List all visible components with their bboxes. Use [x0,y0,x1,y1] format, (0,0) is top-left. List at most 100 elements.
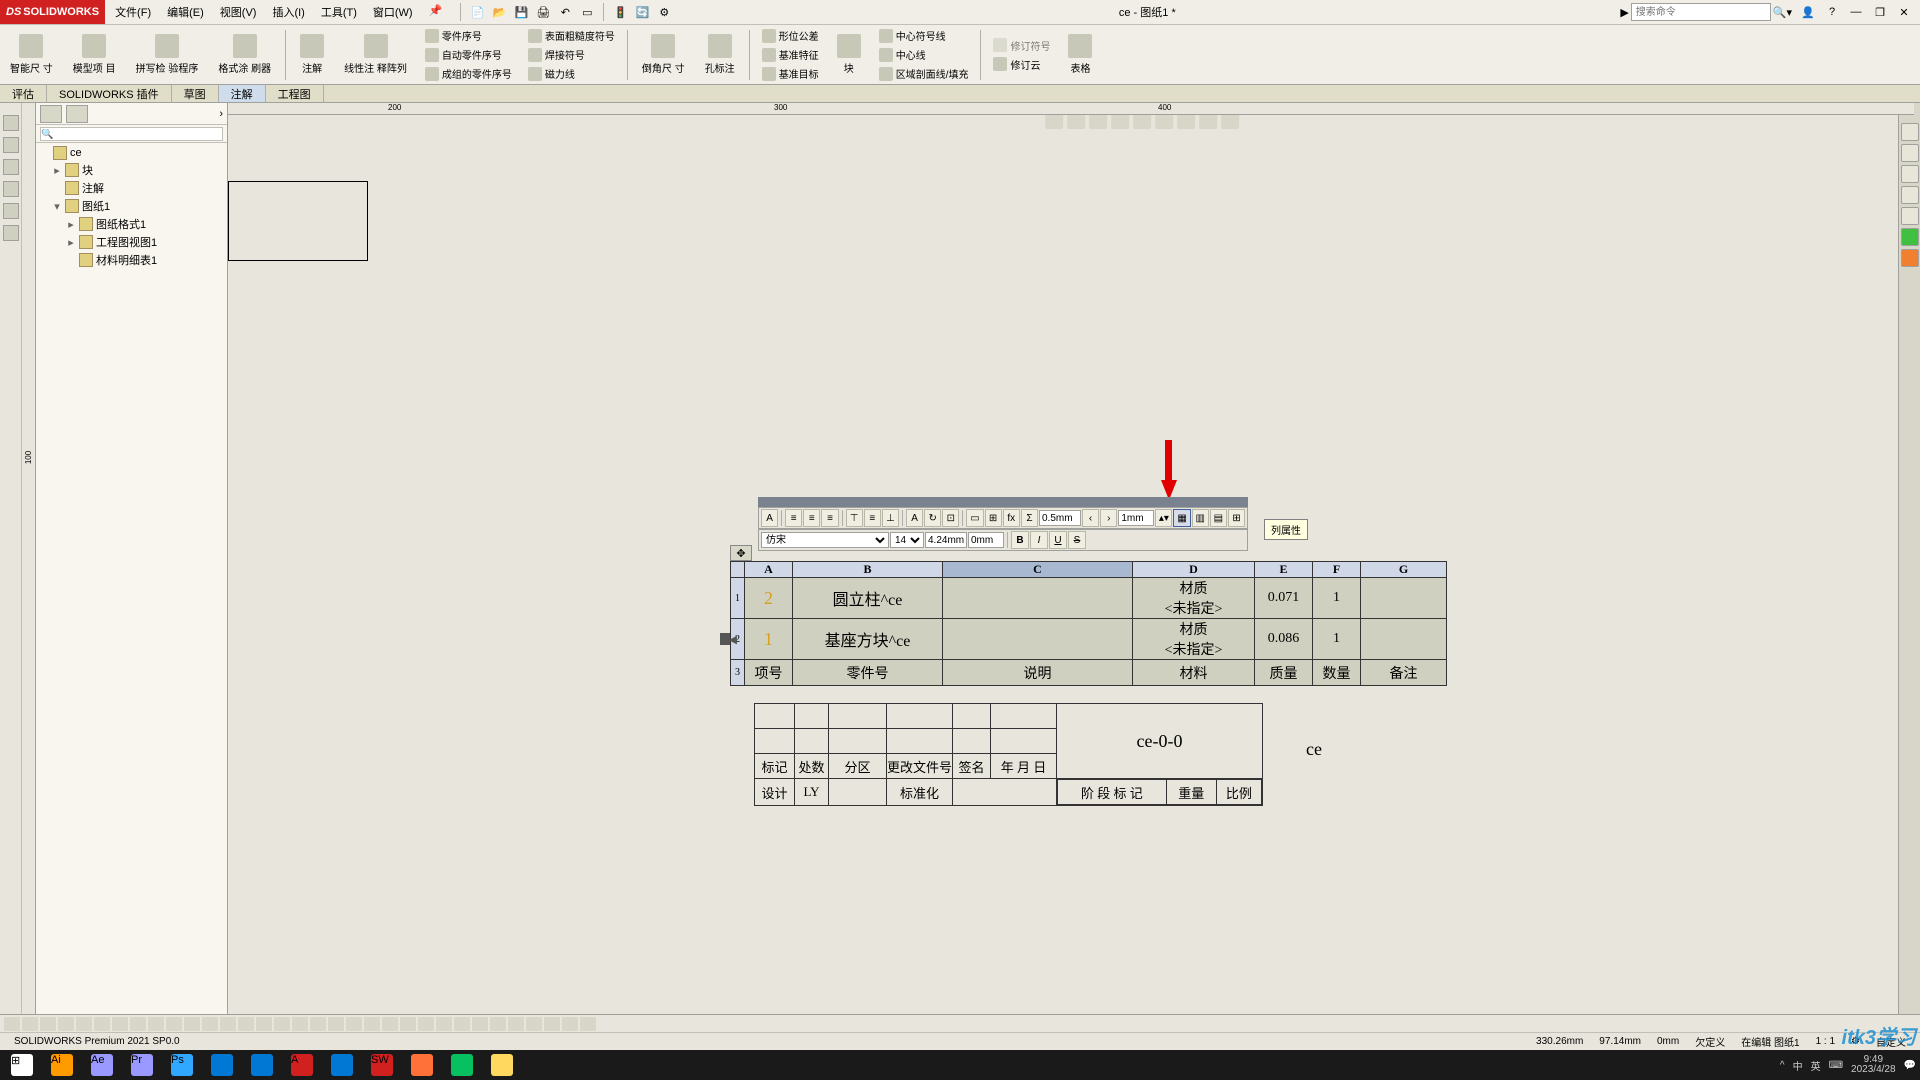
tb-pr-icon[interactable]: Pr [124,1052,160,1078]
bt-1-icon[interactable] [4,1017,20,1031]
tb-ae-icon[interactable]: Ae [84,1052,120,1078]
bt-7-icon[interactable] [112,1017,128,1031]
table-note-icon[interactable]: A [761,509,778,527]
tree-drawing-view[interactable]: ▸工程图视图1 [38,233,225,251]
centermark-button[interactable]: 中心符号线 [875,27,973,44]
tray-lang2[interactable]: 英 [1811,1058,1821,1073]
user-icon[interactable]: 👤 [1800,4,1816,20]
appearances-icon[interactable] [1901,228,1919,246]
bt-26-icon[interactable] [454,1017,470,1031]
area-hatch-button[interactable]: 区域剖面线/填充 [875,65,973,82]
search-dropdown-icon[interactable]: 🔍▾ [1773,6,1792,19]
centerline-button[interactable]: 中心线 [875,46,973,63]
tab-drawing[interactable]: 工程图 [266,85,324,102]
bt-6-icon[interactable] [94,1017,110,1031]
corner-cell[interactable] [731,562,745,578]
rev-cloud-button[interactable]: 修订云 [989,56,1054,73]
menu-view[interactable]: 视图(V) [214,2,263,22]
tree-blocks[interactable]: ▸块 [38,161,225,179]
bt-15-icon[interactable] [256,1017,272,1031]
tb-solidworks-icon[interactable]: SW [364,1052,400,1078]
table-row[interactable]: 2 1 基座方块^ce 材质 <未指定> 0.086 1 [731,619,1447,660]
left-tool-3-icon[interactable] [3,159,19,175]
cell-partno[interactable]: 圆立柱^ce [793,578,943,619]
insert-row-icon[interactable]: ▤ [1210,509,1227,527]
traffic-icon[interactable]: 🚦 [610,2,630,22]
bt-5-icon[interactable] [76,1017,92,1031]
rebuild-icon[interactable]: 🔄 [632,2,652,22]
cell-desc[interactable] [943,578,1133,619]
bt-19-icon[interactable] [328,1017,344,1031]
surface-finish-button[interactable]: 表面粗糙度符号 [524,27,619,44]
bt-4-icon[interactable] [58,1017,74,1031]
print-icon[interactable]: 🖨 [533,2,553,22]
bt-28-icon[interactable] [490,1017,506,1031]
group-balloon-button[interactable]: 成组的零件序号 [421,65,516,82]
strike-icon[interactable]: S [1068,531,1086,549]
bt-22-icon[interactable] [382,1017,398,1031]
cell-mass[interactable]: 0.071 [1255,578,1313,619]
home-icon[interactable] [1901,123,1919,141]
bt-32-icon[interactable] [562,1017,578,1031]
view-palette-icon[interactable] [1901,207,1919,225]
weld-button[interactable]: 焊接符号 [524,46,619,63]
menu-insert[interactable]: 插入(I) [266,2,310,22]
cell-partno[interactable]: 基座方块^ce [793,619,943,660]
menu-tools[interactable]: 工具(T) [315,2,363,22]
hdr-mass[interactable]: 质量 [1255,660,1313,686]
merge-icon[interactable]: ▭ [966,509,983,527]
bt-29-icon[interactable] [508,1017,524,1031]
sum-icon[interactable]: Σ [1021,509,1038,527]
model-items-button[interactable]: 模型项 目 [67,32,122,77]
bt-24-icon[interactable] [418,1017,434,1031]
bt-18-icon[interactable] [310,1017,326,1031]
tray-up-icon[interactable]: ^ [1780,1060,1785,1071]
bt-8-icon[interactable] [130,1017,146,1031]
italic-icon[interactable]: I [1030,531,1048,549]
start-button[interactable]: ⊞ [4,1052,40,1078]
cell-mass[interactable]: 0.086 [1255,619,1313,660]
tree-annotations[interactable]: 注解 [38,179,225,197]
col-g[interactable]: G [1361,562,1447,578]
next-icon[interactable]: › [1100,509,1117,527]
align-center-icon[interactable]: ≡ [803,509,820,527]
tree-tab-feature-icon[interactable] [40,105,62,123]
datum-target-button[interactable]: 基准目标 [758,65,823,82]
underline-icon[interactable]: U [1049,531,1067,549]
cell-qty[interactable]: 1 [1313,578,1361,619]
bt-30-icon[interactable] [526,1017,542,1031]
note-button[interactable]: 注解 [294,32,330,77]
balloon-button[interactable]: 零件序号 [421,27,516,44]
bt-27-icon[interactable] [472,1017,488,1031]
new-icon[interactable]: 📄 [467,2,487,22]
toolbar-drag-handle[interactable] [758,497,1248,507]
valign-bot-icon[interactable]: ⊥ [882,509,899,527]
spinner-icon[interactable]: ▴▾ [1155,509,1172,527]
tb-explorer-icon[interactable] [484,1052,520,1078]
tables-button[interactable]: 表格 [1062,32,1098,77]
hole-callout-button[interactable]: 孔标注 [699,32,741,77]
col-a[interactable]: A [745,562,793,578]
geom-tol-button[interactable]: 形位公差 [758,27,823,44]
table-header-row[interactable]: 3 项号 零件号 说明 材料 质量 数量 备注 [731,660,1447,686]
tb-wechat-icon[interactable] [444,1052,480,1078]
format-painter-button[interactable]: 格式涂 刷器 [212,32,277,77]
valign-mid-icon[interactable]: ≡ [864,509,881,527]
tab-plugins[interactable]: SOLIDWORKS 插件 [47,85,172,102]
smart-dimension-button[interactable]: 智能尺 寸 [4,32,59,77]
col-c-selected[interactable]: C [943,562,1133,578]
bt-21-icon[interactable] [364,1017,380,1031]
tb-app1-icon[interactable] [204,1052,240,1078]
bt-13-icon[interactable] [220,1017,236,1031]
bt-10-icon[interactable] [166,1017,182,1031]
tb-app2-icon[interactable] [244,1052,280,1078]
col-f[interactable]: F [1313,562,1361,578]
undo-icon[interactable]: ↶ [555,2,575,22]
bt-33-icon[interactable] [580,1017,596,1031]
custom-props-icon[interactable] [1901,249,1919,267]
align-right-icon[interactable]: ≡ [821,509,838,527]
tb-ps-icon[interactable]: Ps [164,1052,200,1078]
tree-filter-input[interactable] [40,127,223,141]
table-settings-icon[interactable]: ⊞ [1228,509,1245,527]
bt-31-icon[interactable] [544,1017,560,1031]
